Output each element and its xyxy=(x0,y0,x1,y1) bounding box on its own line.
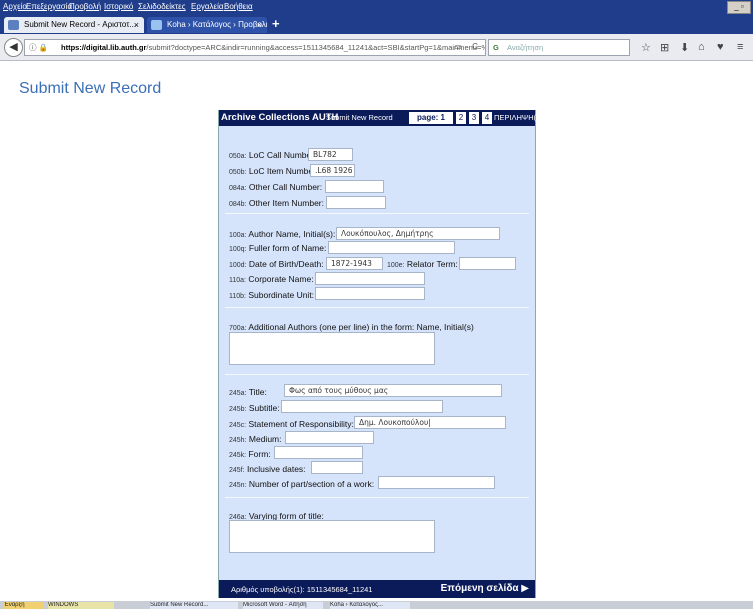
section-divider xyxy=(225,374,529,375)
field-input-245n[interactable] xyxy=(378,476,495,489)
menu-icon[interactable]: ≡ xyxy=(737,41,743,53)
field-input-100a[interactable]: Λουκόπουλος, Δημήτρης xyxy=(336,227,500,240)
field-input-100d[interactable]: 1872-1943 xyxy=(326,257,383,270)
tab-close-icon[interactable]: × xyxy=(134,17,139,33)
section-divider xyxy=(225,497,529,498)
field-label-100a: 100a: Author Name, Initial(s): xyxy=(229,229,336,239)
section-divider xyxy=(225,213,529,214)
url-bar[interactable]: ⓘ 🔒 https://digital.lib.auth.gr/submit?d… xyxy=(24,39,486,56)
page-title: Submit New Record xyxy=(19,80,162,97)
field-input-110a[interactable] xyxy=(315,272,425,285)
field-label-245c: 245c: Statement of Responsibility: xyxy=(229,419,354,429)
field-label-245a: 245a: Title: xyxy=(229,387,267,397)
field-label-050a: 050a: LoC Call Number: xyxy=(229,150,317,160)
section-divider xyxy=(225,307,529,308)
summary-link[interactable]: ΠΕΡΙΛΗΨΗ(2) xyxy=(494,113,543,122)
menu-history[interactable]: Ιστορικό xyxy=(104,2,133,11)
menu-view[interactable]: Προβολή xyxy=(69,2,101,11)
koha-favicon-icon xyxy=(151,20,162,30)
field-label-245b: 245b: Subtitle: xyxy=(229,403,280,413)
field-input-100q[interactable] xyxy=(328,241,455,254)
menu-tools[interactable]: Εργαλεία xyxy=(191,2,223,11)
field-input-084b[interactable] xyxy=(326,196,386,209)
page-link-2[interactable]: 2 xyxy=(456,112,466,124)
field-label-700a: 700a: Additional Authors (one per line) … xyxy=(229,322,474,332)
field-input-245c[interactable]: Δημ. Λουκοπούλου| xyxy=(354,416,506,429)
field-label-245n: 245n: Number of part/section of a work: xyxy=(229,479,375,489)
field-textarea-700a[interactable] xyxy=(229,332,435,365)
new-tab-button[interactable]: + xyxy=(272,16,280,31)
field-label-245f: 245f: Inclusive dates: xyxy=(229,464,306,474)
tab-submit-new-record[interactable]: Submit New Record - Αριστοτ... × xyxy=(4,17,144,33)
menu-edit[interactable]: Επεξεργασία xyxy=(26,2,72,11)
field-label-110a: 110a: Corporate Name: xyxy=(229,274,314,284)
field-input-050b[interactable]: .L68 1926 xyxy=(310,164,355,177)
page-link-3[interactable]: 3 xyxy=(469,112,479,124)
collection-name: Archive Collections AUTH xyxy=(221,112,339,123)
form-footer: Αριθμός υποβολής(1): 1511345684_11241 Επ… xyxy=(219,580,535,598)
menu-bookmarks[interactable]: Σελιδοδείκτες xyxy=(138,2,186,11)
submission-form: Archive Collections AUTH Submit New Reco… xyxy=(218,110,543,598)
page-favicon-icon xyxy=(8,20,19,30)
field-input-110b[interactable] xyxy=(315,287,425,300)
tab-title: Koha › Κατάλογος › Προβολή ... xyxy=(167,20,267,29)
current-page-indicator: page: 1 xyxy=(409,112,453,124)
tab-koha-catalog[interactable]: Koha › Κατάλογος › Προβολή ... × xyxy=(147,17,267,33)
next-page-button[interactable]: Επόμενη σελίδα ▶ xyxy=(441,583,529,594)
back-button[interactable]: ◀ xyxy=(4,38,23,57)
field-label-100d: 100d: Date of Birth/Death: xyxy=(229,259,324,269)
tab-title: Submit New Record - Αριστοτ... xyxy=(24,20,137,29)
site-info-icon[interactable]: ⓘ 🔒 xyxy=(29,40,48,55)
pocket-icon[interactable]: ♥ xyxy=(717,41,724,53)
bookmarks-library-icon[interactable]: ⊞ xyxy=(660,41,669,54)
field-label-100q: 100q: Fuller form of Name: xyxy=(229,243,327,253)
menu-help[interactable]: Βοήθεια xyxy=(224,2,253,11)
window-controls[interactable]: _ ▫ xyxy=(727,1,751,14)
search-placeholder: Αναζήτηση xyxy=(507,43,544,52)
downloads-icon[interactable]: ⬇ xyxy=(680,41,689,54)
field-label-110b: 110b: Subordinate Unit: xyxy=(229,290,315,300)
field-input-050a[interactable]: BL782 xyxy=(308,148,353,161)
form-header: Archive Collections AUTH Submit New Reco… xyxy=(219,110,543,126)
field-label-050b: 050b: LoC Item Number: xyxy=(229,166,319,176)
menu-file[interactable]: Αρχείο xyxy=(3,2,27,11)
tab-strip: Submit New Record - Αριστοτ... × Koha › … xyxy=(0,14,753,34)
field-input-245a[interactable]: Φως από τους μύθους μας xyxy=(284,384,502,397)
search-input[interactable]: G Αναζήτηση xyxy=(488,39,630,56)
reload-icon[interactable]: C xyxy=(468,41,482,53)
home-icon[interactable]: ⌂ xyxy=(698,41,705,53)
field-label-245h: 245h: Medium: xyxy=(229,434,282,444)
field-textarea-246a[interactable] xyxy=(229,520,435,553)
field-label-084b: 084b: Other Item Number: xyxy=(229,198,324,208)
reader-view-icon[interactable]: ▭ xyxy=(451,41,465,53)
field-input-245b[interactable] xyxy=(281,400,443,413)
submission-id: Αριθμός υποβολής(1): 1511345684_11241 xyxy=(231,585,373,594)
search-engine-icon: G xyxy=(493,43,499,52)
url-text: https://digital.lib.auth.gr/submit?docty… xyxy=(61,43,486,52)
window-menu-bar: Αρχείο Επεξεργασία Προβολή Ιστορικό Σελι… xyxy=(0,0,753,14)
form-subtitle: Submit New Record xyxy=(326,113,393,122)
field-label-245k: 245k: Form: xyxy=(229,449,271,459)
field-input-245k[interactable] xyxy=(274,446,363,459)
field-input-245h[interactable] xyxy=(285,431,374,444)
field-input-084a[interactable] xyxy=(325,180,384,193)
bookmark-star-icon[interactable]: ☆ xyxy=(641,41,651,54)
field-input-100e[interactable] xyxy=(459,257,516,270)
tab-close-icon[interactable]: × xyxy=(257,17,262,33)
field-label-084a: 084a: Other Call Number: xyxy=(229,182,323,192)
page-link-4[interactable]: 4 xyxy=(482,112,492,124)
field-label-100e: 100e: Relator Term: xyxy=(387,259,458,269)
field-input-245f[interactable] xyxy=(311,461,363,474)
navigation-bar: ◀ ⓘ 🔒 https://digital.lib.auth.gr/submit… xyxy=(0,34,753,61)
